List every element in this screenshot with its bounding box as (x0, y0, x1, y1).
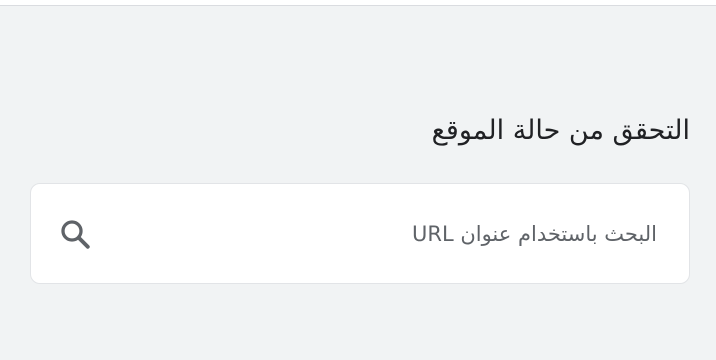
top-divider (0, 0, 716, 6)
url-search-input[interactable] (105, 184, 689, 283)
section-title: التحقق من حالة الموقع (431, 115, 690, 146)
url-search-box (30, 183, 690, 284)
search-icon[interactable] (53, 212, 97, 256)
